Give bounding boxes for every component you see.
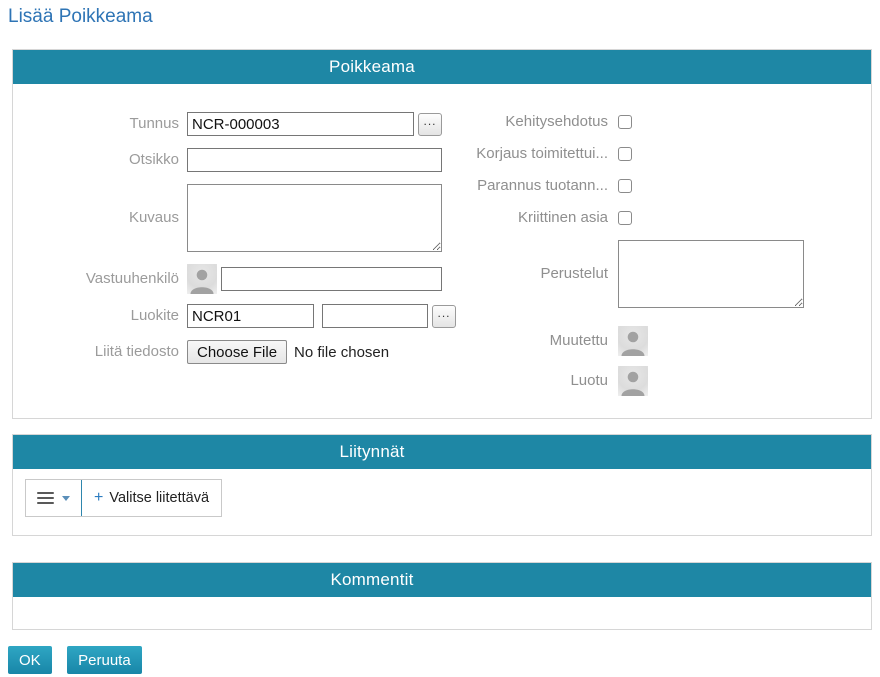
korjaus-toimitettu-checkbox[interactable] [618,147,632,161]
person-icon [618,326,648,356]
kehitysehdotus-row: Kehitysehdotus [442,112,871,132]
luotu-row: Luotu [442,366,871,396]
otsikko-row: Otsikko [13,148,442,172]
cancel-button[interactable]: Peruuta [67,646,142,674]
vastuuhenkilo-row: Vastuuhenkilö [13,264,442,294]
parannus-tuotantoon-label: Parannus tuotann... [442,176,608,196]
person-icon [187,264,217,294]
poikkeama-panel: Poikkeama Tunnus ... Otsikko Kuvaus [12,49,872,419]
hamburger-icon [37,492,54,504]
form-left-column: Tunnus ... Otsikko Kuvaus Vastuuhenkilö [13,112,442,396]
parannus-tuotantoon-checkbox[interactable] [618,179,632,193]
vastuuhenkilo-input[interactable] [221,267,442,291]
kriittinen-asia-row: Kriittinen asia [442,208,871,228]
plus-icon: + [94,489,103,507]
tunnus-browse-button[interactable]: ... [418,113,442,136]
kuvaus-label: Kuvaus [13,208,179,228]
perustelut-row: Perustelut [442,240,871,308]
poikkeama-panel-header: Poikkeama [13,50,871,84]
kriittinen-asia-label: Kriittinen asia [442,208,608,228]
luokite-label: Luokite [13,306,179,326]
page-title: Lisää Poikkeama [8,5,872,28]
ok-button[interactable]: OK [8,646,52,674]
menu-dropdown-button[interactable] [26,480,81,516]
liitynnat-body: + Valitse liitettävä [13,469,871,535]
parannus-tuotantoon-row: Parannus tuotann... [442,176,871,196]
chevron-down-icon [62,496,70,501]
muutettu-label: Muutettu [442,331,608,351]
luokite-code-input[interactable] [187,304,314,328]
action-bar: OK Peruuta [8,646,872,674]
kuvaus-row: Kuvaus [13,184,442,252]
liitynnat-panel-header: Liitynnät [13,435,871,469]
tunnus-row: Tunnus ... [13,112,442,136]
perustelut-textarea[interactable] [618,240,804,308]
valitse-liitettava-label: Valitse liitettävä [109,490,209,506]
kommentit-panel-header: Kommentit [13,563,871,597]
tunnus-input[interactable] [187,112,414,136]
person-icon [618,366,648,396]
liita-tiedosto-label: Liitä tiedosto [13,342,179,362]
file-status-text: No file chosen [294,344,389,361]
luokite-name-input[interactable] [322,304,428,328]
valitse-liitettava-button[interactable]: + Valitse liitettävä [82,480,221,516]
tunnus-label: Tunnus [13,114,179,134]
korjaus-toimitettu-label: Korjaus toimitettui... [442,144,608,164]
liitynnat-toolbar: + Valitse liitettävä [25,479,222,517]
vastuuhenkilo-label: Vastuuhenkilö [13,269,179,289]
kuvaus-textarea[interactable] [187,184,442,252]
kehitysehdotus-label: Kehitysehdotus [442,112,608,132]
kehitysehdotus-checkbox[interactable] [618,115,632,129]
liitynnat-panel: Liitynnät + Valitse liitettävä [12,434,872,536]
luokite-row: Luokite ... [13,304,442,328]
korjaus-toimitettu-row: Korjaus toimitettui... [442,144,871,164]
kommentit-body [13,597,871,629]
otsikko-label: Otsikko [13,150,179,170]
perustelut-label: Perustelut [442,264,608,284]
otsikko-input[interactable] [187,148,442,172]
kommentit-panel: Kommentit [12,562,872,630]
choose-file-button[interactable]: Choose File [187,340,287,364]
form-right-column: Kehitysehdotus Korjaus toimitettui... Pa… [442,112,871,396]
luotu-label: Luotu [442,371,608,391]
muutettu-row: Muutettu [442,326,871,356]
page: Lisää Poikkeama Poikkeama Tunnus ... Ots… [0,0,880,674]
poikkeama-form: Tunnus ... Otsikko Kuvaus Vastuuhenkilö [13,84,871,418]
liita-tiedosto-row: Liitä tiedosto Choose File No file chose… [13,340,442,364]
kriittinen-asia-checkbox[interactable] [618,211,632,225]
